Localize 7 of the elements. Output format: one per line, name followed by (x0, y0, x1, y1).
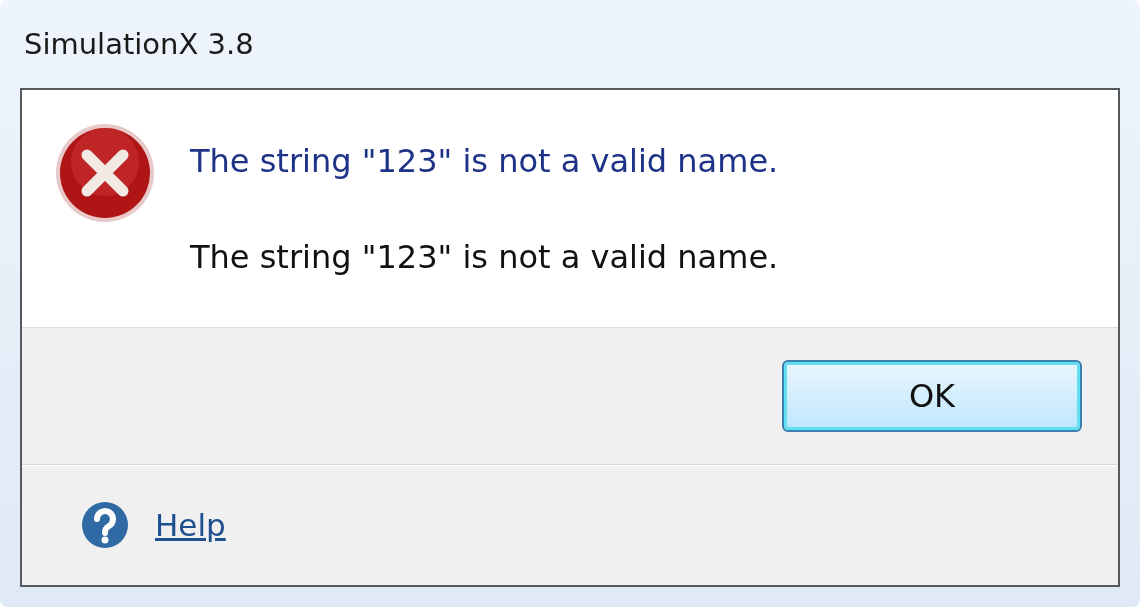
error-icon (54, 122, 156, 224)
main-instruction: The string "123" is not a valid name. (190, 142, 779, 180)
window-title: SimulationX 3.8 (24, 27, 254, 61)
message-text: The string "123" is not a valid name. (190, 238, 779, 276)
help-icon[interactable] (81, 501, 129, 549)
ok-button[interactable]: OK (782, 360, 1082, 432)
help-link[interactable]: Help (155, 507, 226, 543)
